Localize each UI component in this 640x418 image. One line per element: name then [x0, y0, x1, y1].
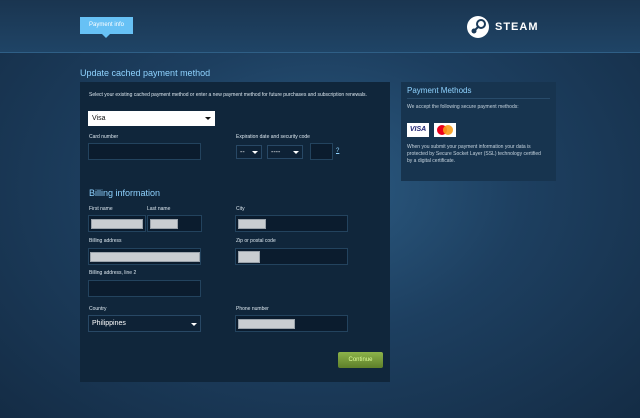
- exp-month-value: --: [240, 149, 245, 156]
- country-label: Country: [89, 306, 107, 312]
- tab-payment-info[interactable]: Payment info: [80, 17, 133, 38]
- first-name-label: First name: [89, 206, 113, 212]
- exp-month-select[interactable]: --: [236, 145, 262, 159]
- mastercard-icon: [434, 123, 456, 137]
- steam-logo-icon: [467, 16, 489, 38]
- redacted-value: [238, 251, 260, 263]
- chevron-down-icon: [293, 151, 299, 154]
- header-bar: Payment info STEAM: [0, 0, 640, 53]
- divider: [407, 98, 550, 99]
- redacted-value: [238, 319, 295, 329]
- payment-method-value: Visa: [92, 115, 106, 122]
- payment-method-select[interactable]: Visa: [88, 111, 215, 126]
- billing-address-label: Billing address: [89, 238, 122, 244]
- page-title: Update cached payment method: [80, 68, 211, 78]
- city-input[interactable]: [235, 215, 348, 232]
- payment-form-panel: [80, 82, 390, 382]
- city-label: City: [236, 206, 245, 212]
- phone-input[interactable]: [235, 315, 348, 332]
- billing-address2-input[interactable]: [88, 280, 201, 297]
- last-name-label: Last name: [147, 206, 171, 212]
- exp-year-select[interactable]: ----: [267, 145, 303, 159]
- chevron-down-icon: [205, 117, 211, 120]
- card-number-input[interactable]: [88, 143, 201, 160]
- country-select[interactable]: Philippines: [88, 315, 201, 332]
- redacted-value: [150, 219, 178, 229]
- accept-text: We accept the following secure payment m…: [407, 104, 519, 110]
- expiration-label: Expiration date and security code: [236, 134, 310, 140]
- phone-label: Phone number: [236, 306, 269, 312]
- security-code-input[interactable]: [310, 143, 333, 160]
- steam-logo[interactable]: STEAM: [466, 14, 539, 40]
- logo-text: STEAM: [495, 21, 539, 33]
- billing-heading: Billing information: [89, 188, 161, 198]
- payment-methods-panel: Payment Methods We accept the following …: [401, 82, 556, 181]
- redacted-value: [238, 219, 266, 229]
- redacted-value: [91, 219, 143, 229]
- intro-text: Select your existing cached payment meth…: [89, 92, 367, 98]
- last-name-input[interactable]: [147, 215, 202, 232]
- payment-methods-title: Payment Methods: [407, 86, 472, 95]
- redacted-value: [90, 252, 200, 262]
- zip-label: Zip or postal code: [236, 238, 276, 244]
- security-text: When you submit your payment information…: [407, 144, 541, 164]
- exp-year-value: ----: [271, 149, 281, 156]
- first-name-input[interactable]: [88, 215, 146, 232]
- billing-address-input[interactable]: [88, 248, 201, 265]
- country-value: Philippines: [92, 320, 126, 327]
- continue-button[interactable]: Continue: [338, 352, 383, 368]
- visa-card-icon: VISA: [407, 123, 429, 137]
- billing-address2-label: Billing address, line 2: [89, 270, 137, 276]
- chevron-down-icon: [191, 323, 197, 326]
- chevron-down-icon: [252, 151, 258, 154]
- zip-input[interactable]: [235, 248, 348, 265]
- card-number-label: Card number: [89, 134, 119, 140]
- security-code-help-link[interactable]: ?: [336, 148, 339, 154]
- mastercard-yellow-circle: [443, 125, 453, 135]
